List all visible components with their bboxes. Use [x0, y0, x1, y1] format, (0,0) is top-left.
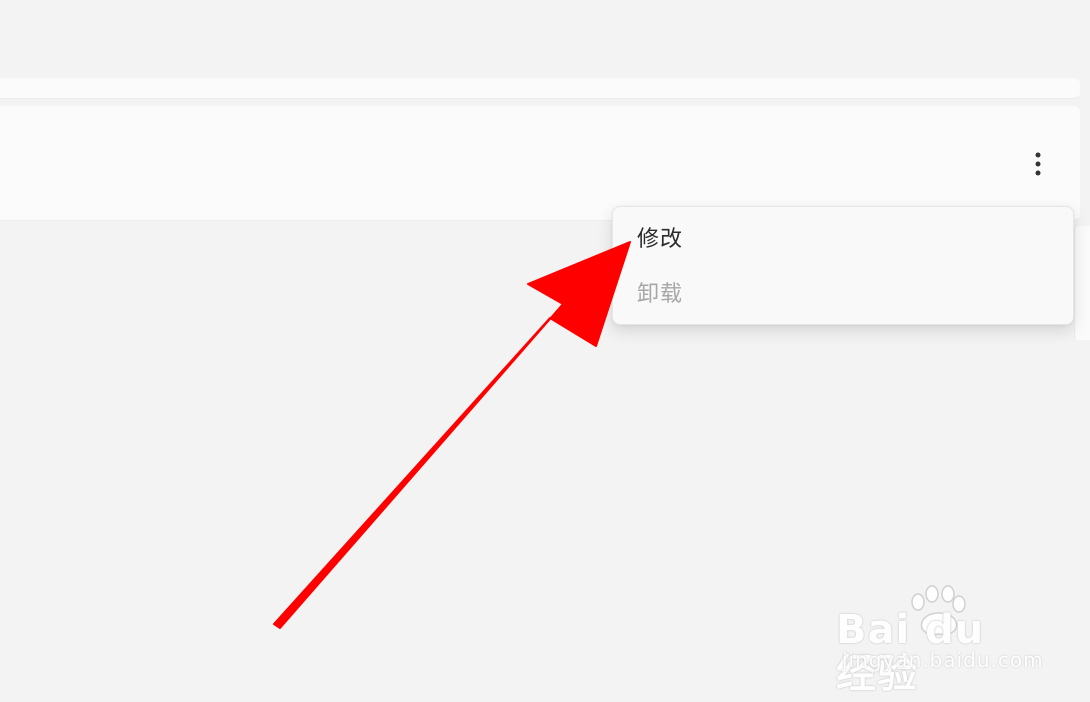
app-list-row [0, 106, 1080, 221]
context-menu: 修改 卸载 [612, 206, 1074, 325]
more-vertical-icon [1035, 152, 1041, 176]
more-options-button[interactable] [1022, 148, 1054, 180]
menu-item-uninstall: 卸载 [637, 282, 684, 307]
menu-item-modify[interactable]: 修改 [637, 225, 683, 255]
baidu-watermark: Bai du 经验 jingyan.baidu.com [836, 582, 1043, 696]
watermark-site: jingyan.baidu.com [842, 648, 1044, 672]
settings-card-top [0, 78, 1080, 99]
app-list-row-next [1074, 226, 1090, 340]
